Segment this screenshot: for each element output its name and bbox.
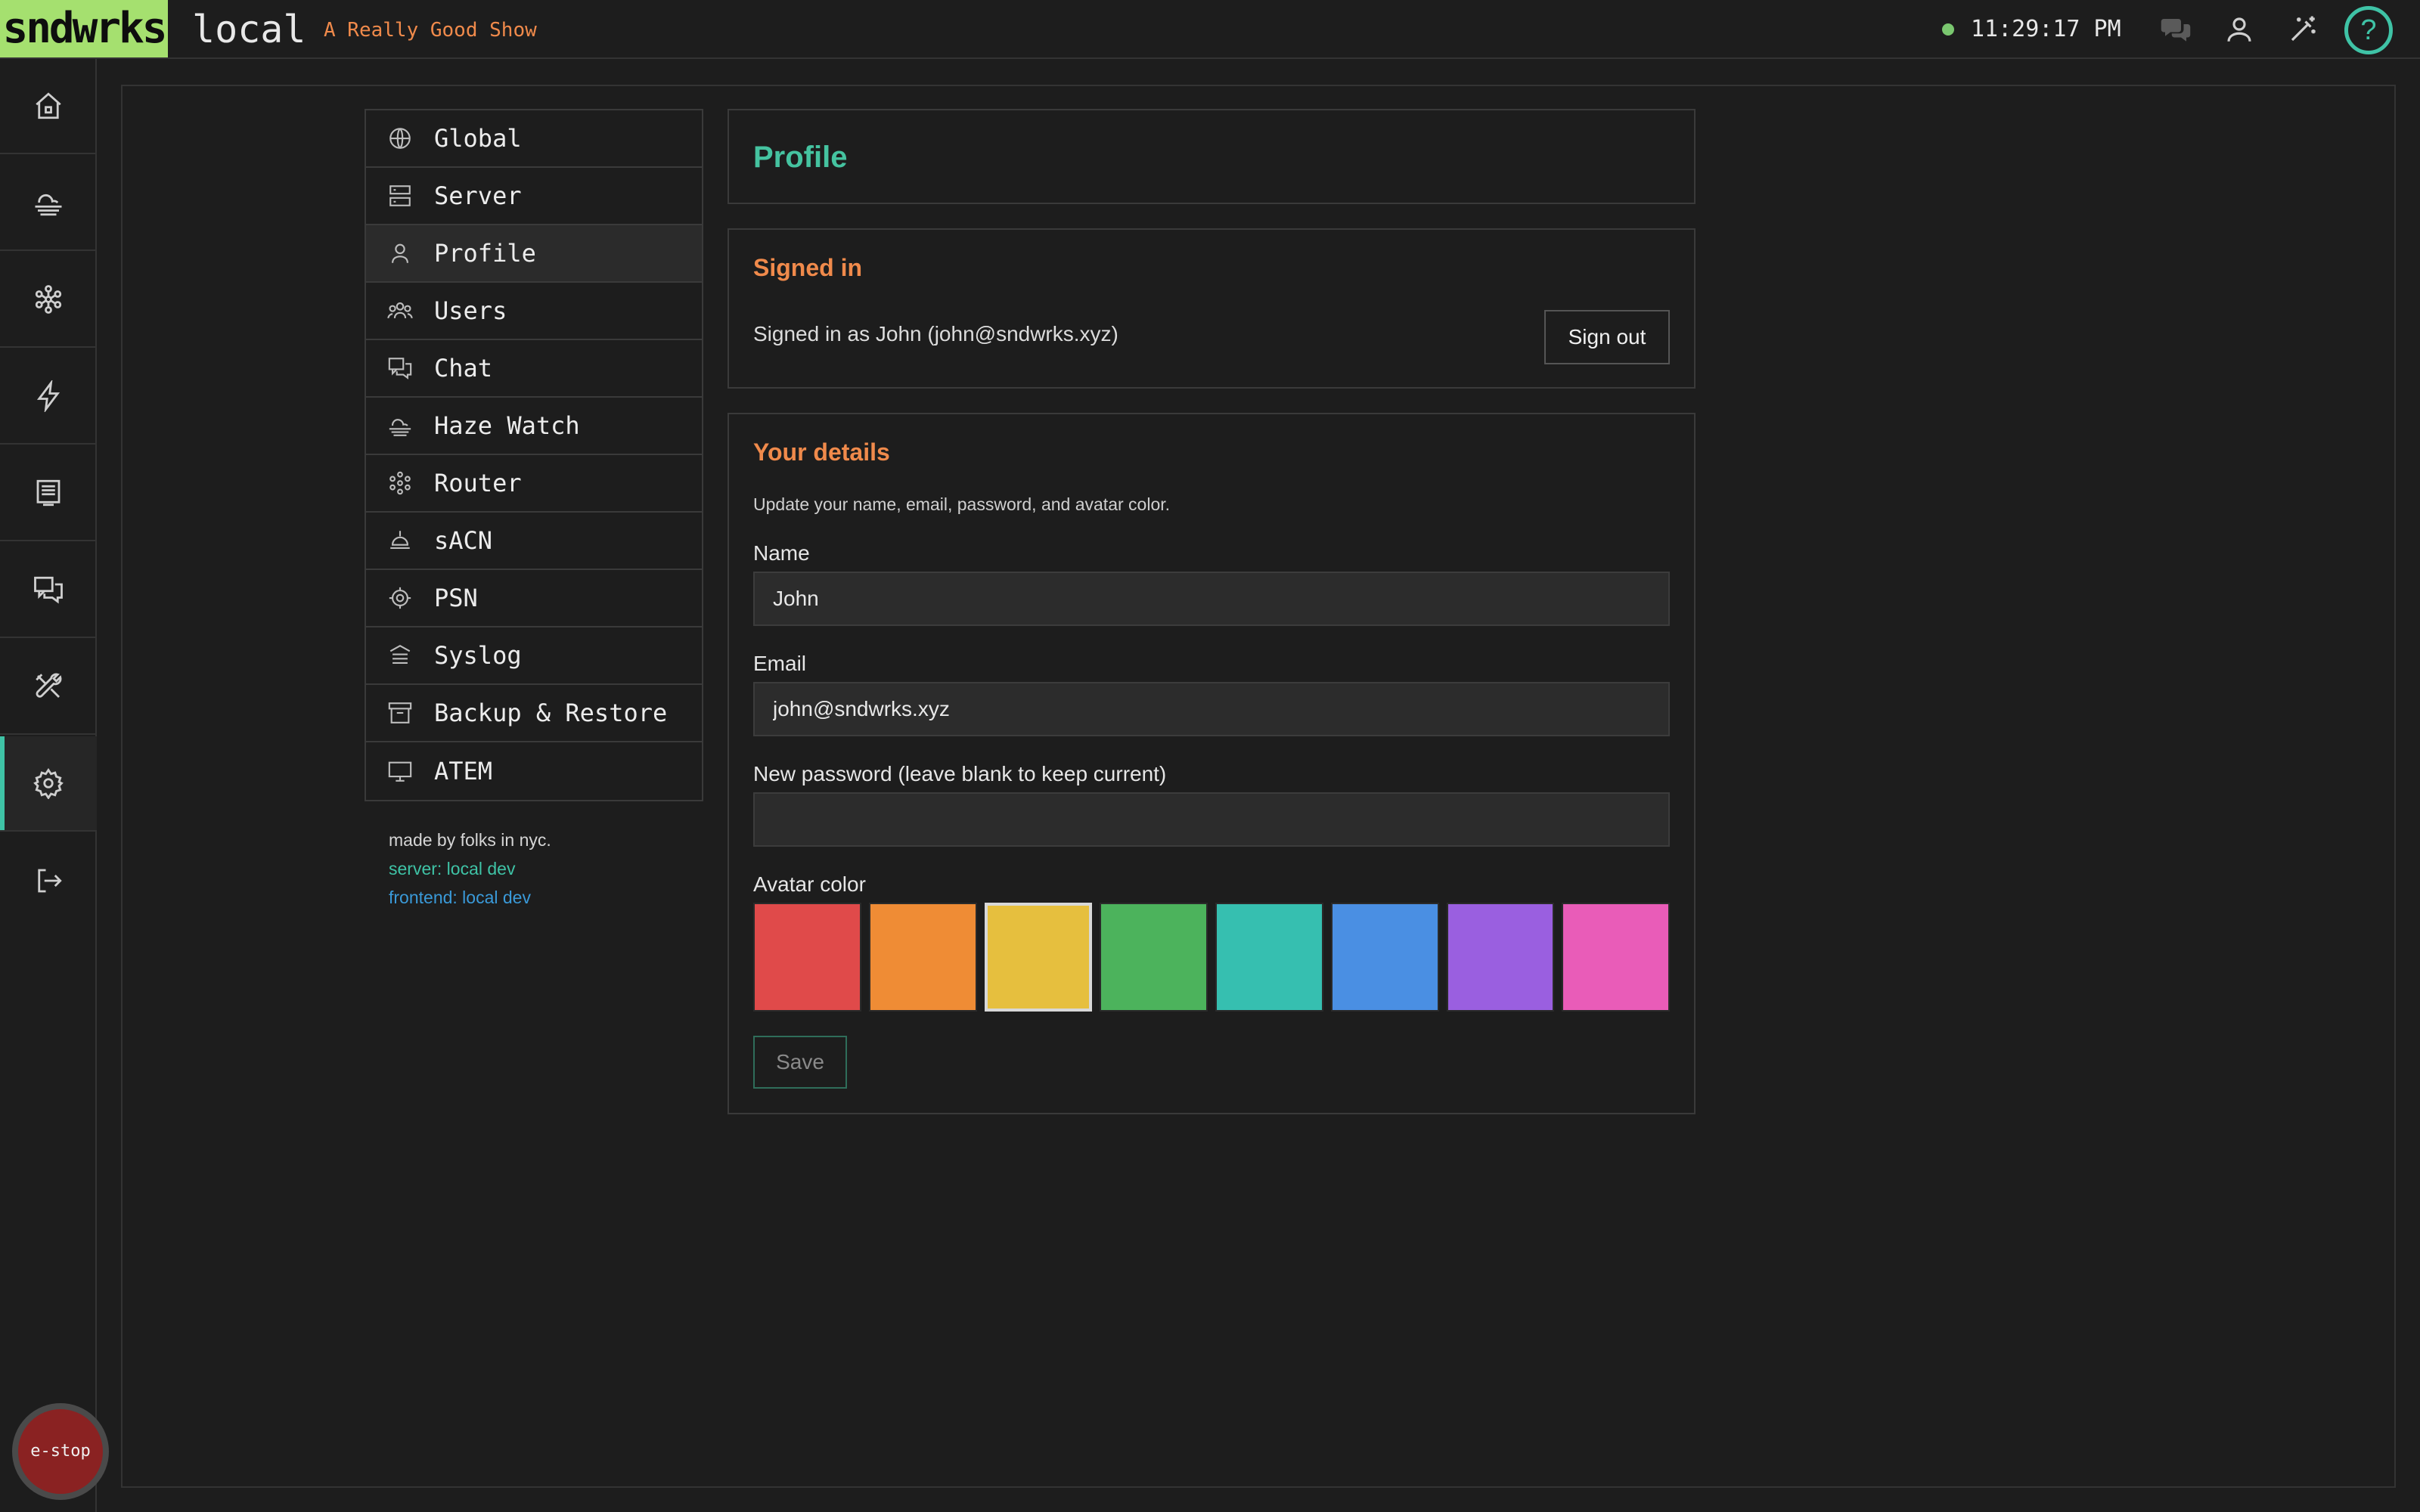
settings-nav-router[interactable]: Router [366,455,702,513]
settings-nav-label: Backup & Restore [434,699,668,727]
user-icon [392,243,408,263]
settings-nav-syslog[interactable]: Syslog [366,627,702,685]
rail-haze[interactable] [0,156,97,251]
avatar-color-picker [753,903,1670,1012]
lamp-icon [390,531,410,549]
show-name: A Really Good Show [324,19,537,42]
settings-nav: Global Server Profile Users Chat Haze Wa… [365,109,703,801]
credits-made: made by folks in nyc. [389,830,551,850]
settings-nav-chat[interactable]: Chat [366,340,702,398]
globe-icon [389,128,411,149]
your-details-description: Update your name, email, password, and a… [753,494,1171,514]
password-label: New password (leave blank to keep curren… [753,762,1167,785]
settings-nav-sacn[interactable]: sACN [366,513,702,570]
avatar-color-label: Avatar color [753,872,866,896]
tools-icon [36,673,62,698]
avatar-color-swatch[interactable] [1215,903,1323,1012]
clock: 11:29:17 PM [1971,16,2121,42]
target-icon [389,587,411,609]
settings-nav-label: Syslog [434,641,522,670]
syslog-icon [389,645,411,664]
name-label: Name [753,541,810,565]
gear-icon [33,767,64,799]
settings-nav-label: Haze Watch [434,411,580,440]
settings-nav-atem[interactable]: ATEM [366,742,702,800]
your-details-panel: Your details Update your name, email, pa… [728,413,1696,1114]
avatar-color-swatch[interactable] [984,903,1093,1012]
credits-frontend-version: frontend: local dev [389,888,531,907]
credits-server-version: server: local dev [389,859,516,878]
your-details-title: Your details [753,438,890,466]
settings-nav-haze-watch[interactable]: Haze Watch [366,398,702,455]
rail-logout[interactable] [0,833,97,928]
home-icon [36,92,61,119]
save-button[interactable]: Save [753,1036,847,1089]
rail-bolt[interactable] [0,349,97,445]
settings-nav-profile[interactable]: Profile [366,225,702,283]
rail-settings[interactable] [0,736,97,832]
email-label: Email [753,652,807,675]
rail-home[interactable] [0,59,97,154]
chat-icon [34,576,63,604]
display-icon [36,479,60,507]
settings-nav-label: sACN [434,526,493,555]
router-icon [389,471,411,495]
top-bar: sndwrks local A Really Good Show 11:29:1… [0,0,2420,59]
avatar-color-swatch[interactable] [1100,903,1208,1012]
magic-wand-icon[interactable] [2284,11,2322,48]
settings-nav-label: Router [434,469,522,497]
users-icon [387,302,413,319]
monitor-icon [388,761,412,782]
signed-in-title: Signed in [753,254,862,281]
settings-nav-backup-restore[interactable]: Backup & Restore [366,685,702,742]
settings-nav-label: Global [434,124,522,153]
rail-router[interactable] [0,253,97,348]
credits: made by folks in nyc. server: local dev … [389,826,551,912]
settings-nav-server[interactable]: Server [366,168,702,225]
chat-icon [388,358,412,380]
settings-nav-label: Profile [434,239,536,268]
rail-chat[interactable] [0,543,97,638]
settings-nav-label: Server [434,181,522,210]
chat-bubbles-icon[interactable] [2157,11,2195,48]
avatar-color-swatch[interactable] [753,903,861,1012]
haze-icon [389,419,411,436]
left-rail [0,59,97,1512]
password-input[interactable] [753,792,1670,847]
profile-title-panel: Profile [728,109,1696,204]
settings-nav-label: Chat [434,354,493,383]
brand-logo[interactable]: sndwrks [0,0,168,57]
haze-icon [35,194,62,216]
connection-status-icon [1942,23,1954,36]
settings-nav-psn[interactable]: PSN [366,570,702,627]
email-input[interactable] [753,682,1670,736]
server-icon [389,185,411,206]
sign-out-button[interactable]: Sign out [1544,310,1670,364]
bolt-icon [36,380,60,412]
e-stop-button[interactable]: e-stop [12,1403,109,1500]
settings-nav-users[interactable]: Users [366,283,702,340]
signed-in-text: Signed in as John (john@sndwrks.xyz) [753,322,1118,345]
settings-nav-label: Users [434,296,507,325]
signed-in-panel: Signed in Signed in as John (john@sndwrk… [728,228,1696,389]
settings-nav-label: PSN [434,584,478,612]
rail-display[interactable] [0,446,97,541]
avatar-color-swatch[interactable] [1330,903,1439,1012]
settings-nav-label: ATEM [434,757,493,785]
user-icon[interactable] [2220,11,2258,48]
archive-icon [388,702,412,723]
avatar-color-swatch[interactable] [1446,903,1555,1012]
avatar-color-swatch[interactable] [1562,903,1670,1012]
help-button[interactable]: ? [2344,6,2393,54]
name-input[interactable] [753,572,1670,626]
rail-tools[interactable] [0,640,97,735]
environment-label: local [192,8,306,51]
avatar-color-swatch[interactable] [868,903,977,1012]
logout-icon [38,869,62,893]
page-title: Profile [753,141,848,174]
settings-nav-global[interactable]: Global [366,110,702,168]
router-icon [35,285,62,314]
